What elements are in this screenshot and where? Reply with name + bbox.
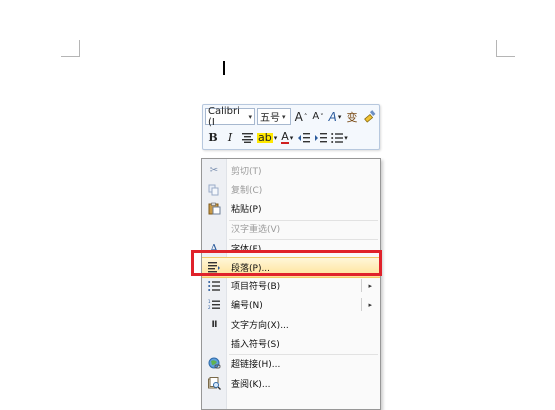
- menu-item-cut[interactable]: ✂ 剪切(T): [202, 161, 380, 180]
- mini-toolbar-row-2: B I ab ▾ A ▾ ▾: [205, 128, 350, 147]
- paste-icon: [207, 202, 221, 216]
- center-align-button[interactable]: [239, 130, 255, 146]
- format-painter-icon: [363, 110, 375, 123]
- mini-toolbar: Calibri (I ▾ 五号 ▾ A ˄ A ˅ A ▾ 变 B I ab ▾…: [202, 104, 380, 150]
- text-direction-icon: Ⅱ: [211, 319, 218, 330]
- copy-icon: [207, 183, 221, 197]
- menu-item-bullets[interactable]: 项目符号(B) ▸: [202, 276, 380, 295]
- highlight-button[interactable]: ab ▾: [256, 130, 278, 146]
- chevron-right-icon[interactable]: ▸: [368, 282, 372, 290]
- menu-item-label: 查阅(K)...: [231, 380, 271, 390]
- font-name-combo[interactable]: Calibri (I ▾: [205, 105, 255, 128]
- styles-icon: A: [328, 109, 337, 124]
- grow-font-icon: A: [294, 109, 303, 124]
- menu-item-insert-symbol[interactable]: 插入符号(S): [202, 334, 380, 353]
- svg-text:2: 2: [208, 305, 211, 310]
- context-menu: ✂ 剪切(T) 复制(C) 粘贴(P) 汉字重选(V) A 字体(F)... 段…: [201, 158, 381, 410]
- font-color-button[interactable]: A ▾: [279, 130, 295, 146]
- menu-item-lookup[interactable]: 查阅(K)...: [202, 374, 380, 393]
- menu-item-hyperlink[interactable]: 超链接(H)...: [202, 354, 380, 373]
- menu-item-label: 汉字重选(V): [231, 225, 281, 235]
- format-painter-button[interactable]: [361, 109, 377, 125]
- italic-button[interactable]: I: [222, 130, 238, 146]
- shrink-font-button[interactable]: A ˅: [310, 109, 326, 125]
- grow-font-button[interactable]: A ˄: [293, 109, 309, 125]
- lookup-icon: [207, 377, 221, 391]
- font-color-icon: A: [281, 130, 289, 144]
- chevron-down-icon: ▾: [337, 112, 342, 121]
- font-name-value: Calibri (I: [208, 105, 240, 128]
- text-cursor: [223, 61, 225, 75]
- menu-item-reselect-hanzi[interactable]: 汉字重选(V): [202, 219, 380, 238]
- menu-item-label: 编号(N): [231, 301, 263, 311]
- chevron-down-icon: ▾: [344, 133, 348, 142]
- chevron-down-icon: ▾: [273, 133, 278, 142]
- menu-item-label: 插入符号(S): [231, 340, 280, 350]
- center-align-icon: [241, 132, 253, 143]
- styles-button[interactable]: A ▾: [327, 109, 343, 125]
- bullets-icon: [207, 279, 221, 293]
- chevron-down-icon: ▾: [282, 112, 286, 121]
- numbering-icon: 12: [207, 298, 221, 312]
- phonetic-guide-button[interactable]: 变: [344, 109, 360, 125]
- phonetic-guide-icon: 变: [346, 110, 358, 124]
- menu-item-label: 复制(C): [231, 186, 263, 196]
- caret-up-icon: ˄: [303, 112, 308, 121]
- menu-item-numbering[interactable]: 12 编号(N) ▸: [202, 295, 380, 314]
- highlight-annotation-box: [191, 250, 382, 276]
- increase-indent-icon: [315, 132, 328, 142]
- menu-item-label: 文字方向(X)...: [231, 321, 289, 331]
- submenu-divider: [361, 298, 362, 311]
- menu-item-label: 超链接(H)...: [231, 360, 281, 370]
- chevron-down-icon: ▾: [248, 112, 252, 121]
- mini-toolbar-row-1: Calibri (I ▾ 五号 ▾ A ˄ A ˅ A ▾ 变: [205, 105, 378, 128]
- font-size-value: 五号: [260, 113, 280, 124]
- svg-text:1: 1: [208, 299, 211, 304]
- bold-button[interactable]: B: [205, 130, 221, 146]
- font-size-combo[interactable]: 五号 ▾: [257, 108, 291, 125]
- decrease-indent-button[interactable]: [296, 130, 312, 146]
- menu-item-text-direction[interactable]: Ⅱ 文字方向(X)...: [202, 315, 380, 334]
- page-corner-mark-top-right: [496, 40, 515, 57]
- highlighter-icon: ab: [257, 130, 273, 144]
- hyperlink-icon: [207, 357, 221, 371]
- scissors-icon: ✂: [209, 165, 219, 176]
- caret-down-icon: ˅: [320, 112, 324, 121]
- shrink-font-icon: A: [312, 111, 320, 122]
- chevron-right-icon[interactable]: ▸: [368, 301, 372, 309]
- increase-indent-button[interactable]: [313, 130, 329, 146]
- menu-item-paste[interactable]: 粘贴(P): [202, 199, 380, 218]
- submenu-divider: [361, 279, 362, 292]
- bullets-button[interactable]: ▾: [330, 130, 349, 146]
- menu-item-label: 项目符号(B): [231, 282, 281, 292]
- bullets-icon: [331, 132, 344, 143]
- decrease-indent-icon: [298, 132, 311, 142]
- menu-item-label: 粘贴(P): [231, 205, 262, 215]
- menu-item-label: 剪切(T): [231, 167, 262, 177]
- menu-item-copy[interactable]: 复制(C): [202, 180, 380, 199]
- page-corner-mark-top-left: [61, 40, 80, 57]
- chevron-down-icon: ▾: [289, 133, 294, 142]
